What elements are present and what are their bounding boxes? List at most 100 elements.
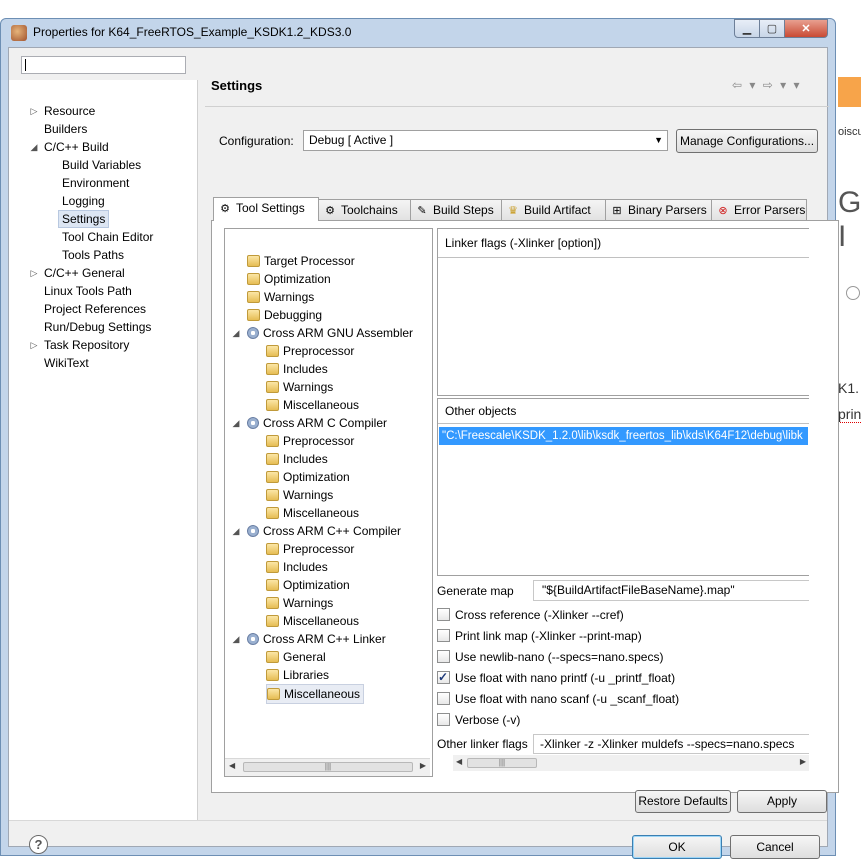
- tool-tree-item[interactable]: Includes: [266, 450, 328, 468]
- tree-horizontal-scrollbar[interactable]: ◀ ||| ▶: [225, 758, 430, 776]
- tool-tree-item[interactable]: Miscellaneous: [266, 684, 365, 704]
- tool-tree-item[interactable]: Warnings: [247, 288, 314, 306]
- checkbox-checked-icon[interactable]: [437, 668, 450, 686]
- nav-item[interactable]: Run/Debug Settings: [44, 318, 151, 336]
- checkbox-icon[interactable]: [437, 629, 450, 642]
- tool-tree-item[interactable]: Cross ARM GNU Assembler: [247, 324, 413, 342]
- expand-arrow-icon[interactable]: ▷: [29, 102, 39, 120]
- collapse-arrow-icon[interactable]: ◢: [231, 630, 241, 648]
- tool-tree-item[interactable]: Miscellaneous: [266, 504, 359, 522]
- checkbox-label: Use newlib-nano (--specs=nano.specs): [455, 650, 664, 664]
- expand-arrow-icon[interactable]: ▷: [29, 336, 39, 354]
- collapse-arrow-icon[interactable]: ◢: [231, 414, 241, 432]
- tool-tree-item[interactable]: Target Processor: [247, 252, 355, 270]
- nav-item[interactable]: Environment: [62, 174, 129, 192]
- tool-tree-item[interactable]: Cross ARM C++ Linker: [247, 630, 386, 648]
- tool-tree-item[interactable]: General: [266, 648, 326, 666]
- manage-configurations-button[interactable]: Manage Configurations...: [676, 129, 818, 153]
- cancel-button[interactable]: Cancel: [730, 835, 820, 859]
- tool-tree-item[interactable]: Cross ARM C Compiler: [247, 414, 387, 432]
- tab-error-parsers[interactable]: ⊗ Error Parsers: [711, 199, 807, 220]
- tool-tree-item[interactable]: Warnings: [266, 486, 333, 504]
- tool-tree-item[interactable]: Optimization: [266, 468, 350, 486]
- tool-tree-label: Warnings: [264, 290, 315, 304]
- scrollbar-thumb[interactable]: |||: [243, 762, 413, 772]
- tool-tree-item[interactable]: Optimization: [247, 270, 331, 288]
- tool-tree-item[interactable]: Preprocessor: [266, 540, 354, 558]
- collapse-arrow-icon[interactable]: ◢: [29, 138, 39, 156]
- tab-build-artifact[interactable]: ♛ Build Artifact: [501, 199, 606, 220]
- nav-item[interactable]: Settings: [58, 210, 110, 228]
- scroll-right-icon[interactable]: ▶: [800, 757, 806, 766]
- nav-item[interactable]: Tools Paths: [62, 246, 124, 264]
- checkbox-icon[interactable]: [437, 713, 450, 726]
- tool-tree-item[interactable]: Includes: [266, 360, 328, 378]
- maximize-button[interactable]: ▢: [759, 19, 785, 38]
- nav-item[interactable]: Project References: [44, 300, 146, 318]
- other-objects-item[interactable]: "C:\Freescale\KSDK_1.2.0\lib\ksdk_freert…: [439, 427, 808, 445]
- history-nav-icons[interactable]: ⇦ ▾ ⇨ ▾ ▾: [732, 78, 802, 92]
- options-horizontal-scrollbar[interactable]: ◀ ||| ▶: [453, 755, 809, 771]
- linker-option-checkbox[interactable]: Verbose (-v): [437, 711, 520, 729]
- window-title: Properties for K64_FreeRTOS_Example_KSDK…: [33, 25, 352, 39]
- apply-button[interactable]: Apply: [737, 790, 827, 813]
- tool-tree-item[interactable]: Warnings: [266, 378, 333, 396]
- tab-build-steps[interactable]: ✎ Build Steps: [410, 199, 502, 220]
- restore-defaults-button[interactable]: Restore Defaults: [635, 790, 731, 813]
- nav-item[interactable]: Builders: [44, 120, 87, 138]
- checkbox-label: Use float with nano printf (-u _printf_f…: [455, 671, 676, 685]
- nav-item[interactable]: Tool Chain Editor: [62, 228, 153, 246]
- tool-tree-item[interactable]: Miscellaneous: [266, 612, 359, 630]
- ok-button[interactable]: OK: [632, 835, 722, 859]
- tool-tree-item[interactable]: Miscellaneous: [266, 396, 359, 414]
- filter-input[interactable]: [21, 56, 186, 74]
- nav-item[interactable]: C/C++ Build: [44, 138, 109, 156]
- linker-option-checkbox[interactable]: Cross reference (-Xlinker --cref): [437, 606, 624, 624]
- tool-tree-item[interactable]: Cross ARM C++ Compiler: [247, 522, 401, 540]
- minimize-button[interactable]: ▁: [734, 19, 760, 38]
- collapse-arrow-icon[interactable]: ◢: [231, 324, 241, 342]
- tool-tree-item[interactable]: Includes: [266, 558, 328, 576]
- checkbox-icon[interactable]: [437, 608, 450, 621]
- configuration-select[interactable]: Debug [ Active ] ▼: [303, 130, 668, 151]
- tool-tree-label: Warnings: [283, 380, 334, 394]
- tab-binary-parsers[interactable]: ⊞ Binary Parsers: [605, 199, 712, 220]
- collapse-arrow-icon[interactable]: ◢: [231, 522, 241, 540]
- scroll-left-icon[interactable]: ◀: [229, 761, 235, 770]
- tool-tree-item[interactable]: Preprocessor: [266, 432, 354, 450]
- nav-item[interactable]: Task Repository: [44, 336, 129, 354]
- checkbox-icon[interactable]: [437, 692, 450, 705]
- linker-option-checkbox[interactable]: Use newlib-nano (--specs=nano.specs): [437, 648, 663, 666]
- tab-tool-settings[interactable]: ⚙ Tool Settings: [213, 197, 319, 221]
- linker-option-checkbox[interactable]: Print link map (-Xlinker --print-map): [437, 627, 642, 645]
- tool-tree-item[interactable]: Warnings: [266, 594, 333, 612]
- error-icon: ⊗: [718, 205, 728, 217]
- checkbox-icon[interactable]: [437, 650, 450, 663]
- scroll-left-icon[interactable]: ◀: [456, 757, 462, 766]
- nav-item[interactable]: C/C++ General: [44, 264, 125, 282]
- nav-item[interactable]: Resource: [44, 102, 95, 120]
- expand-arrow-icon[interactable]: ▷: [29, 264, 39, 282]
- tool-tree-item[interactable]: Optimization: [266, 576, 350, 594]
- title-bar[interactable]: Properties for K64_FreeRTOS_Example_KSDK…: [1, 19, 835, 47]
- close-button[interactable]: ✕: [784, 19, 828, 38]
- tool-tree-item[interactable]: Debugging: [247, 306, 322, 324]
- nav-item[interactable]: Linux Tools Path: [44, 282, 132, 300]
- tab-toolchains[interactable]: ⚙ Toolchains: [318, 199, 411, 220]
- scroll-right-icon[interactable]: ▶: [420, 761, 426, 770]
- linker-option-checkbox[interactable]: Use float with nano printf (-u _printf_f…: [437, 668, 676, 687]
- tool-tree-item[interactable]: Preprocessor: [266, 342, 354, 360]
- scrollbar-thumb[interactable]: |||: [467, 758, 537, 768]
- generate-map-input[interactable]: "${BuildArtifactFileBaseName}.map": [533, 580, 809, 601]
- nav-item[interactable]: Build Variables: [62, 156, 141, 174]
- nav-item[interactable]: Logging: [62, 192, 105, 210]
- help-icon[interactable]: ?: [29, 835, 48, 854]
- nav-item[interactable]: WikiText: [44, 354, 89, 372]
- other-linker-flags-input[interactable]: -Xlinker -z -Xlinker muldefs --specs=nan…: [533, 734, 809, 754]
- divider: [438, 257, 809, 258]
- chevron-down-icon: ▼: [654, 135, 663, 145]
- folder-icon: [266, 453, 279, 465]
- tool-tree-item[interactable]: Libraries: [266, 666, 329, 684]
- linker-option-checkbox[interactable]: Use float with nano scanf (-u _scanf_flo…: [437, 690, 679, 708]
- folder-icon: [266, 579, 279, 591]
